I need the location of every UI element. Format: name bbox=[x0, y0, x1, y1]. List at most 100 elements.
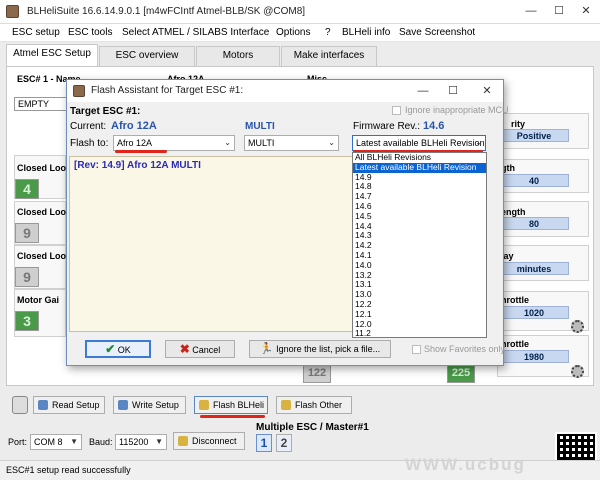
ok-button[interactable]: ✔ OK bbox=[85, 340, 151, 358]
revision-option[interactable]: 13.2 bbox=[353, 270, 486, 281]
delay-value[interactable]: minutes bbox=[499, 262, 569, 275]
revision-option[interactable]: 14.1 bbox=[353, 250, 486, 261]
revision-option-selected[interactable]: Latest available BLHeli Revision bbox=[353, 162, 486, 173]
tab-motors[interactable]: Motors bbox=[196, 46, 280, 66]
revision-option[interactable]: 14.4 bbox=[353, 221, 486, 232]
read-setup-button[interactable]: Read Setup bbox=[33, 396, 105, 414]
gear-icon[interactable] bbox=[571, 365, 584, 378]
flash-to-select[interactable]: Afro 12A ⌄ bbox=[113, 135, 235, 151]
motor-gain-value[interactable]: 3 bbox=[15, 311, 39, 331]
revision-option[interactable]: 14.2 bbox=[353, 240, 486, 251]
minimize-button[interactable]: — bbox=[523, 4, 539, 18]
red-annotation bbox=[115, 150, 167, 153]
revision-option[interactable]: 14.8 bbox=[353, 182, 486, 192]
revision-option[interactable]: 14.9 bbox=[353, 172, 486, 183]
chevron-down-icon: ⌄ bbox=[224, 138, 231, 147]
revision-option[interactable]: 13.0 bbox=[353, 289, 486, 300]
flash-other-button[interactable]: Flash Other bbox=[276, 396, 352, 414]
bottom-value-1[interactable]: 122 bbox=[303, 363, 331, 383]
tab-make-interfaces[interactable]: Make interfaces bbox=[281, 46, 377, 66]
bottom-toolbar: Read Setup Write Setup Flash BLHeli Flas… bbox=[0, 390, 600, 420]
chevron-down-icon: ⌄ bbox=[475, 138, 482, 147]
strength-value[interactable]: 80 bbox=[499, 217, 569, 230]
menu-help[interactable]: ? bbox=[325, 27, 331, 38]
revision-option[interactable]: 14.0 bbox=[353, 260, 486, 271]
gear-icon[interactable] bbox=[571, 320, 584, 333]
menu-select-interface[interactable]: Select ATMEL / SILABS Interface bbox=[122, 27, 269, 38]
revision-select-value: Latest available BLHeli Revision bbox=[356, 138, 485, 148]
port-value: COM 8 bbox=[34, 437, 63, 447]
revision-option[interactable]: 12.2 bbox=[353, 299, 486, 310]
polarity-value[interactable]: Positive bbox=[499, 129, 569, 142]
revision-option[interactable]: 11.2 bbox=[353, 329, 486, 339]
flash-blheli-button[interactable]: Flash BLHeli bbox=[194, 396, 268, 414]
motor-gain-label: Motor Gai bbox=[17, 295, 59, 305]
revision-option[interactable]: 12.1 bbox=[353, 309, 486, 320]
throttle-label-2: hrottle bbox=[501, 339, 529, 349]
closed-loop-value-3[interactable]: 9 bbox=[15, 267, 39, 287]
tab-atmel-esc-setup[interactable]: Atmel ESC Setup bbox=[6, 44, 98, 66]
esc-1-button[interactable]: 1 bbox=[256, 434, 272, 452]
dialog-icon bbox=[73, 85, 85, 97]
length-value[interactable]: 40 bbox=[499, 174, 569, 187]
menu-save-screenshot[interactable]: Save Screenshot bbox=[399, 27, 475, 38]
menu-esc-setup[interactable]: ESC setup bbox=[12, 27, 60, 38]
close-button[interactable]: ✕ bbox=[578, 4, 594, 18]
closed-loop-label-1: Closed Loo bbox=[17, 163, 66, 173]
close-icon: ✖ bbox=[179, 342, 190, 356]
app-title: BLHeliSuite 16.6.14.9.0.1 [m4wFCIntf Atm… bbox=[27, 6, 306, 17]
show-favorites-label: Show Favorites only bbox=[424, 344, 506, 354]
multi-label: MULTI bbox=[245, 121, 275, 132]
multiple-esc-label: Multiple ESC / Master#1 bbox=[256, 422, 369, 433]
write-setup-button[interactable]: Write Setup bbox=[113, 396, 186, 414]
empty-field[interactable]: EMPTY bbox=[14, 97, 68, 111]
revision-option[interactable]: 13.1 bbox=[353, 280, 486, 290]
revision-option[interactable]: 14.7 bbox=[353, 191, 486, 202]
write-icon bbox=[118, 400, 128, 410]
app-titlebar: BLHeliSuite 16.6.14.9.0.1 [m4wFCIntf Atm… bbox=[0, 0, 600, 24]
menu-esc-tools[interactable]: ESC tools bbox=[68, 27, 112, 38]
red-annotation bbox=[200, 415, 265, 418]
revision-option[interactable]: 12.0 bbox=[353, 319, 486, 330]
closed-loop-value-1[interactable]: 4 bbox=[15, 179, 39, 199]
cancel-button[interactable]: ✖ Cancel bbox=[165, 340, 235, 358]
revision-option[interactable]: 14.3 bbox=[353, 231, 486, 241]
revision-option[interactable]: 14.6 bbox=[353, 201, 486, 212]
ignore-list-button[interactable]: 🏃 Ignore the list, pick a file... bbox=[249, 340, 391, 358]
dialog-minimize-button[interactable]: — bbox=[415, 84, 431, 98]
maximize-button[interactable]: ☐ bbox=[551, 4, 567, 18]
menu-options[interactable]: Options bbox=[276, 27, 310, 38]
throttle-value-1[interactable]: 1020 bbox=[499, 306, 569, 319]
current-label: Current: bbox=[70, 121, 107, 132]
toggle-icon[interactable] bbox=[12, 396, 28, 414]
ignore-list-label: Ignore the list, pick a file... bbox=[276, 344, 381, 354]
revision-option[interactable]: 14.5 bbox=[353, 211, 486, 222]
closed-loop-label-2: Closed Loo bbox=[17, 207, 66, 217]
output-line: [Rev: 14.9] Afro 12A MULTI bbox=[74, 160, 201, 171]
multi-select[interactable]: MULTI ⌄ bbox=[244, 135, 339, 151]
baud-select[interactable]: 115200 ▼ bbox=[115, 434, 167, 450]
closed-loop-value-2[interactable]: 9 bbox=[15, 223, 39, 243]
disconnect-button[interactable]: Disconnect bbox=[173, 432, 245, 450]
throttle-label-1: hrottle bbox=[501, 295, 529, 305]
baud-value: 115200 bbox=[119, 437, 149, 447]
revision-select[interactable]: Latest available BLHeli Revision ⌄ bbox=[352, 135, 486, 151]
tab-esc-overview[interactable]: ESC overview bbox=[99, 46, 195, 66]
dialog-maximize-button[interactable]: ☐ bbox=[445, 84, 461, 98]
throttle-value-2[interactable]: 1980 bbox=[499, 350, 569, 363]
app-icon bbox=[6, 5, 19, 18]
status-text: ESC#1 setup read successfully bbox=[6, 465, 131, 475]
tab-bar: Atmel ESC Setup ESC overview Motors Make… bbox=[0, 44, 600, 66]
revision-dropdown-list[interactable]: All BLHeli Revisions Latest available BL… bbox=[352, 152, 487, 338]
bottom-value-2[interactable]: 225 bbox=[447, 363, 475, 383]
dialog-close-button[interactable]: ✕ bbox=[479, 84, 495, 98]
menu-bar: ESC setup ESC tools Select ATMEL / SILAB… bbox=[0, 24, 600, 42]
show-favorites-checkbox[interactable]: Show Favorites only bbox=[412, 344, 505, 354]
strength-label: ength bbox=[501, 207, 526, 217]
esc-2-button[interactable]: 2 bbox=[276, 434, 292, 452]
flash-to-value: Afro 12A bbox=[117, 138, 153, 148]
port-select[interactable]: COM 8 ▼ bbox=[30, 434, 82, 450]
ignore-mcu-checkbox[interactable]: Ignore inappropriate MCU bbox=[392, 105, 509, 115]
checkbox-icon bbox=[392, 106, 401, 115]
menu-blheli-info[interactable]: BLHeli info bbox=[342, 27, 390, 38]
